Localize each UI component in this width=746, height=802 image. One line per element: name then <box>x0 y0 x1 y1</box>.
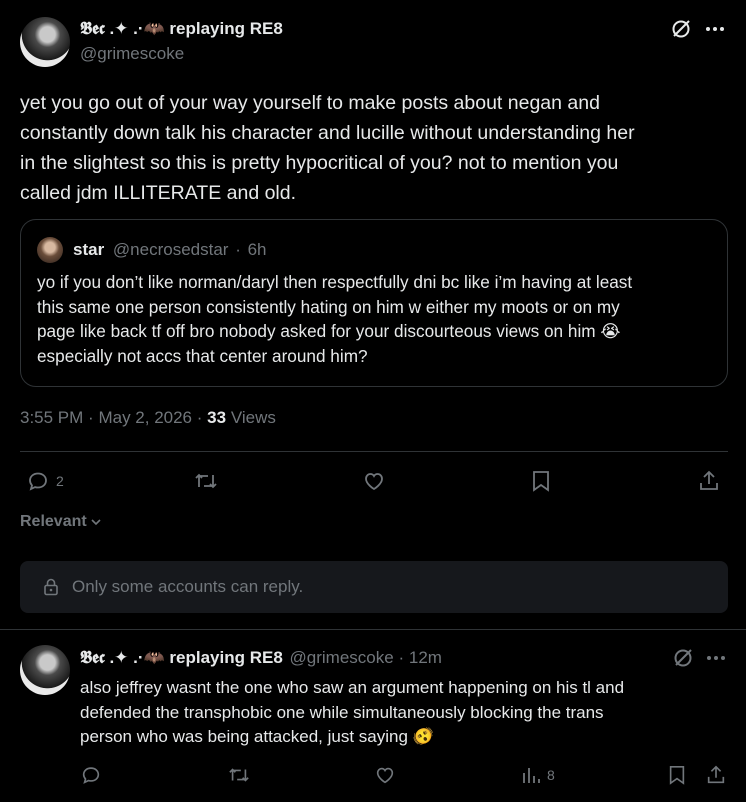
bookmark-button[interactable] <box>530 469 552 493</box>
heart-icon <box>361 469 387 493</box>
views-label[interactable]: Views <box>231 408 276 427</box>
repost-button[interactable] <box>193 469 219 493</box>
post-text-line: called jdm ILLITERATE and old. <box>20 182 297 204</box>
reply-views-count: 8 <box>547 767 555 783</box>
repost-icon <box>227 764 251 786</box>
bookmark-icon <box>667 764 687 786</box>
quoted-text-line: page like back tf off bro nobody asked f… <box>37 321 621 341</box>
reply-handle[interactable]: @grimescoke <box>290 648 394 667</box>
reply-text: also jeffrey wasnt the one who saw an ar… <box>80 676 720 750</box>
reply-text-line: person who was being attacked, just sayi… <box>80 727 434 746</box>
repost-icon <box>193 469 219 493</box>
post-text-line: in the slightest so this is pretty hypoc… <box>20 152 619 174</box>
reply-restriction-text: Only some accounts can reply. <box>72 577 304 596</box>
quoted-text-line: yo if you don’t like norman/daryl then r… <box>37 272 633 292</box>
quoted-post[interactable]: star @necrosedstar · 6h yo if you don’t … <box>20 219 728 387</box>
reply-author-line: 𝕭𝖊𝖈 .✦ .·🦇 replaying RE8 @grimescoke · 1… <box>80 648 442 668</box>
lock-icon <box>42 577 60 597</box>
post-date[interactable]: May 2, 2026 <box>98 408 192 427</box>
quoted-author-line: star @necrosedstar · 6h <box>73 240 267 260</box>
post-time[interactable]: 3:55 PM <box>20 408 83 427</box>
reply-display-name[interactable]: 𝕭𝖊𝖈 .✦ .·🦇 replaying RE8 <box>80 648 283 667</box>
post-text: yet you go out of your way yourself to m… <box>20 88 730 208</box>
more-options-icon[interactable] <box>706 655 726 661</box>
grok-icon[interactable] <box>672 647 694 669</box>
meta-separator: · <box>88 408 94 427</box>
reply-views-button[interactable]: 8 <box>521 764 555 786</box>
reply-bookmark-button[interactable] <box>667 764 687 786</box>
reply-button[interactable]: 2 <box>26 469 64 493</box>
meta-separator: · <box>196 408 203 427</box>
sort-dropdown[interactable]: Relevant <box>20 513 103 531</box>
quoted-text: yo if you don’t like norman/daryl then r… <box>37 270 717 368</box>
reply-separator: · <box>398 648 405 667</box>
reply-icon <box>26 469 50 493</box>
divider <box>20 451 728 452</box>
quoted-display-name[interactable]: star <box>73 240 104 259</box>
reply-time[interactable]: 12m <box>409 648 442 667</box>
reply-count: 2 <box>56 473 64 489</box>
quoted-separator: · <box>235 240 241 259</box>
post-meta: 3:55 PM · May 2, 2026 · 33 Views <box>20 408 276 428</box>
reply-text-line: defended the transphobic one while simul… <box>80 702 604 722</box>
post-text-line: yet you go out of your way yourself to m… <box>20 92 600 114</box>
reply-reply-button[interactable] <box>80 764 102 786</box>
sort-label: Relevant <box>20 513 87 530</box>
like-button[interactable] <box>361 469 387 493</box>
reply-share-button[interactable] <box>705 764 727 786</box>
reply-like-button[interactable] <box>373 764 397 786</box>
quoted-author-avatar[interactable] <box>37 237 63 263</box>
chevron-down-icon <box>89 515 103 529</box>
reply-author-avatar[interactable] <box>20 645 70 695</box>
quoted-text-line: this same one person consistently hating… <box>37 296 620 317</box>
analytics-icon <box>521 764 541 786</box>
bookmark-icon <box>530 469 552 493</box>
share-button[interactable] <box>697 469 721 493</box>
author-display-name[interactable]: 𝕭𝖊𝖈 .✦ .·🦇 replaying RE8 <box>80 19 283 39</box>
views-count[interactable]: 33 <box>207 408 226 427</box>
post-text-line: constantly down talk his character and l… <box>20 122 635 144</box>
share-icon <box>697 469 721 493</box>
divider <box>0 629 746 630</box>
reply-repost-button[interactable] <box>227 764 251 786</box>
reply-text-line: also jeffrey wasnt the one who saw an ar… <box>80 678 625 697</box>
more-options-icon[interactable] <box>705 26 725 32</box>
share-icon <box>705 764 727 786</box>
heart-icon <box>373 764 397 786</box>
reply-restriction-banner: Only some accounts can reply. <box>20 561 728 613</box>
quoted-handle[interactable]: @necrosedstar <box>113 240 229 259</box>
reply-icon <box>80 764 102 786</box>
quoted-time[interactable]: 6h <box>248 240 267 259</box>
author-avatar[interactable] <box>20 17 70 67</box>
quoted-text-line: especially not accs that center around h… <box>37 345 368 366</box>
grok-icon[interactable] <box>670 18 692 40</box>
author-handle[interactable]: @grimescoke <box>80 44 184 64</box>
